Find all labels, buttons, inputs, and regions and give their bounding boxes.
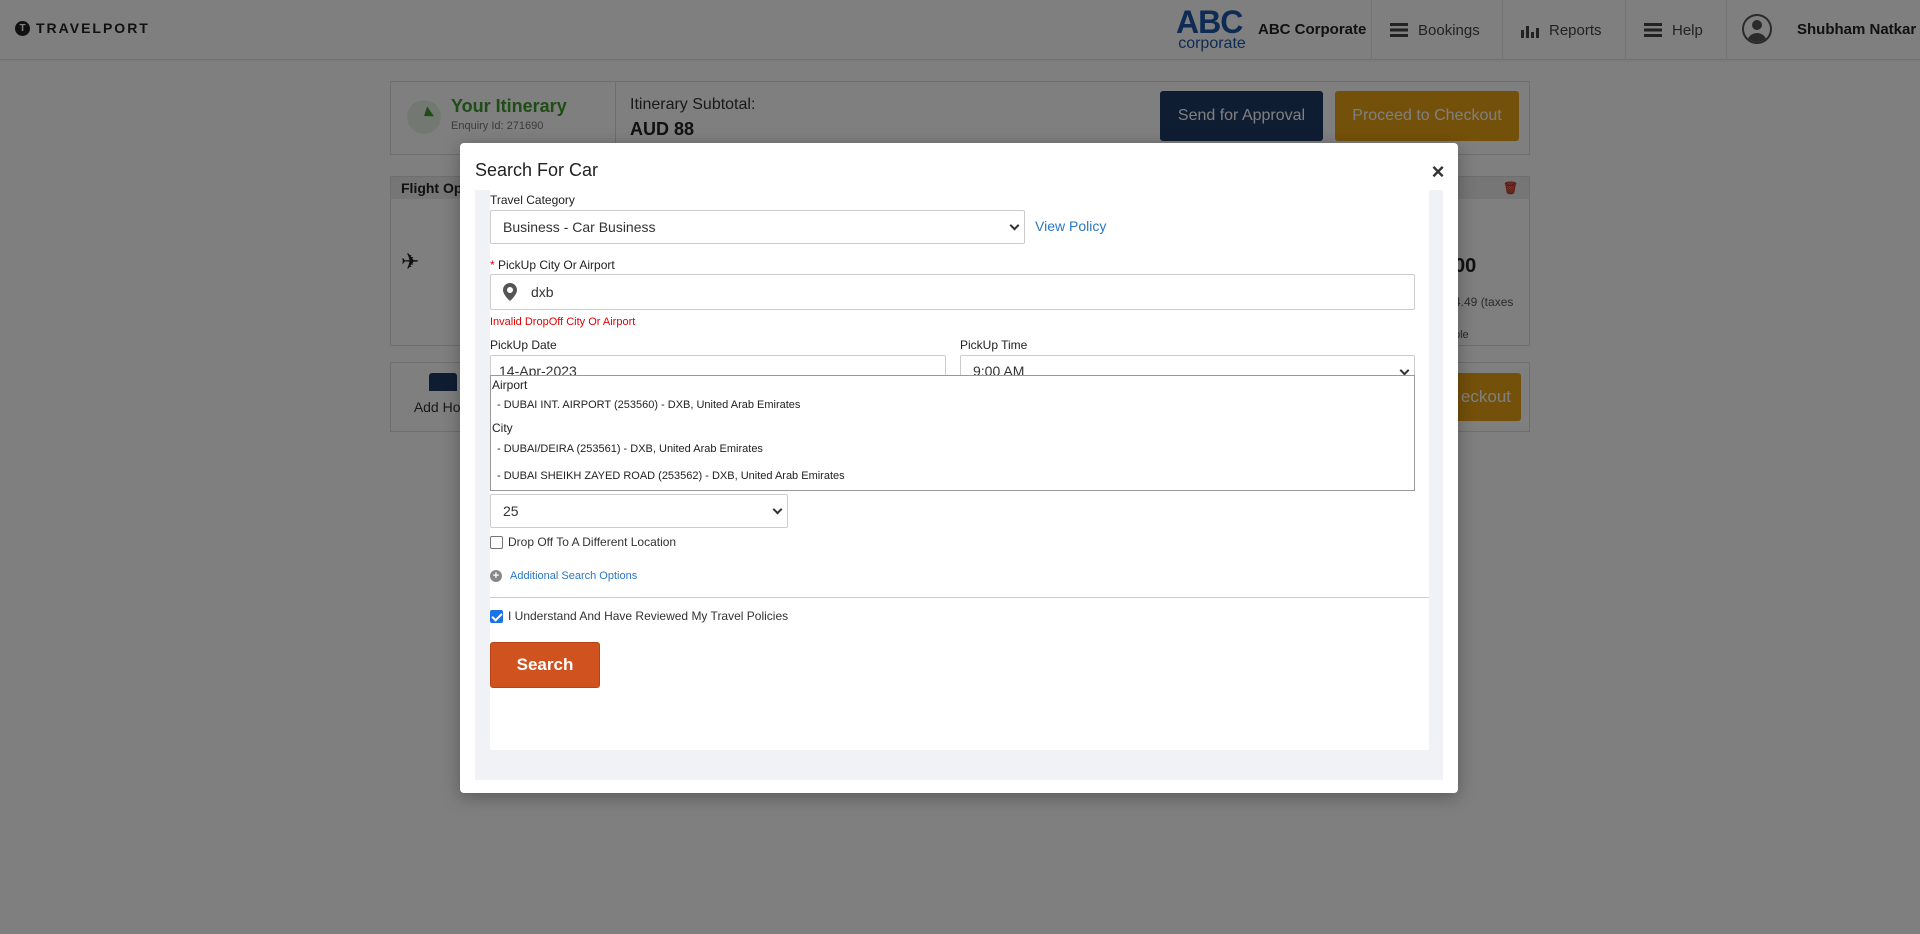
chevron-down-icon — [1009, 220, 1020, 231]
travel-category-select[interactable]: Business - Car Business — [490, 210, 1025, 244]
pickup-date-label: PickUp Date — [490, 338, 557, 352]
required-asterisk: * — [490, 258, 495, 272]
pickup-error-message: Invalid DropOff City Or Airport — [490, 316, 636, 328]
travel-category-value: Business - Car Business — [503, 219, 656, 235]
pickup-time-label: PickUp Time — [960, 338, 1028, 352]
driver-age-select[interactable]: 25 — [490, 494, 788, 528]
additional-search-options-link[interactable]: Additional Search Options — [510, 570, 637, 582]
suggestion-group-city: City — [492, 421, 513, 435]
search-for-car-modal: Search For Car × Travel Category Busines… — [460, 143, 1458, 793]
plus-circle-icon[interactable]: + — [490, 570, 502, 582]
divider — [490, 597, 1429, 598]
search-button[interactable]: Search — [490, 642, 600, 688]
policy-ack-checkbox[interactable] — [490, 610, 503, 623]
chevron-down-icon — [772, 504, 783, 515]
dropoff-different-label[interactable]: Drop Off To A Different Location — [508, 535, 676, 549]
modal-title: Search For Car — [475, 160, 599, 180]
pickup-location-input[interactable]: dxb — [490, 274, 1415, 310]
travel-category-label: Travel Category — [490, 193, 575, 207]
driver-age-value: 25 — [503, 503, 519, 519]
suggestion-group-airport: Airport — [492, 378, 528, 392]
map-pin-icon — [503, 283, 517, 301]
location-suggestions-dropdown: Airport - DUBAI INT. AIRPORT (253560) - … — [490, 375, 1415, 491]
dropoff-different-checkbox[interactable] — [490, 536, 503, 549]
pickup-location-label: * PickUp City Or Airport — [490, 258, 615, 272]
view-policy-link[interactable]: View Policy — [1035, 218, 1106, 234]
suggestion-option[interactable]: - DUBAI SHEIKH ZAYED ROAD (253562) - DXB… — [497, 470, 845, 482]
suggestion-option[interactable]: - DUBAI/DEIRA (253561) - DXB, United Ara… — [497, 443, 763, 455]
chevron-down-icon — [1399, 365, 1410, 376]
suggestion-option[interactable]: - DUBAI INT. AIRPORT (253560) - DXB, Uni… — [497, 399, 800, 411]
pickup-location-value: dxb — [531, 284, 554, 300]
car-search-form: Travel Category Business - Car Business … — [490, 190, 1429, 750]
close-icon[interactable]: × — [1429, 161, 1447, 183]
modal-body: Travel Category Business - Car Business … — [475, 190, 1443, 780]
pickup-location-label-text: PickUp City Or Airport — [498, 258, 615, 272]
policy-ack-label[interactable]: I Understand And Have Reviewed My Travel… — [508, 609, 788, 623]
